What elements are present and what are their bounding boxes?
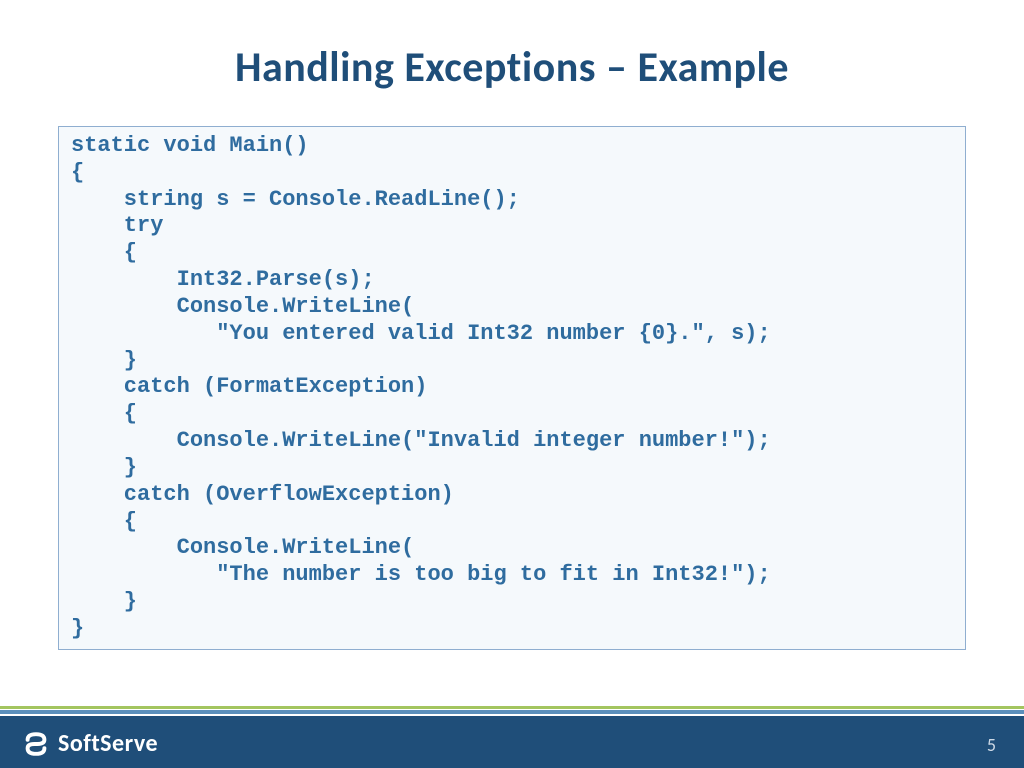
code-example-box: static void Main() { string s = Console.…	[58, 126, 966, 650]
slide: Handling Exceptions – Example static voi…	[0, 0, 1024, 768]
softserve-logo-icon	[22, 730, 50, 758]
footer-bar: SoftServe 5	[0, 716, 1024, 768]
slide-title: Handling Exceptions – Example	[0, 42, 1024, 93]
brand-text: SoftServe	[58, 729, 158, 758]
footer-stripe-green	[0, 706, 1024, 709]
page-number: 5	[987, 734, 996, 756]
code-example: static void Main() { string s = Console.…	[71, 133, 953, 643]
brand-container: SoftServe	[22, 729, 158, 758]
footer-stripe-blue	[0, 710, 1024, 714]
